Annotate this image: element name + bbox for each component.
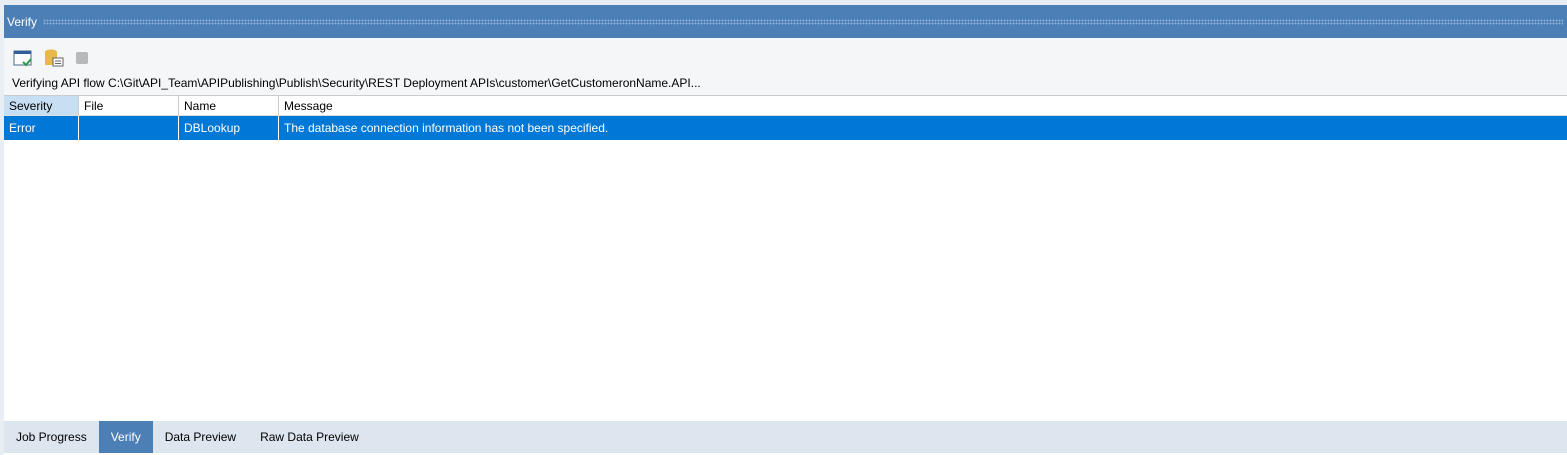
table-row[interactable]: Error DBLookup The database connection i… [4,116,1567,140]
column-header-message[interactable]: Message [279,96,1567,115]
tab-job-progress[interactable]: Job Progress [4,421,99,453]
stop-icon[interactable] [74,48,94,68]
verify-panel: Verify Verifying API flow C:\Git\API_Tea… [4,5,1567,455]
toolbar: Verifying API flow C:\Git\API_Team\APIPu… [4,38,1567,95]
drag-grip[interactable] [43,18,1563,25]
grid-header: Severity File Name Message [4,95,1567,116]
tab-verify[interactable]: Verify [98,421,153,453]
cell-file [79,116,179,140]
column-header-file[interactable]: File [79,96,179,115]
status-text: Verifying API flow C:\Git\API_Team\APIPu… [12,76,701,90]
tab-raw-data-preview[interactable]: Raw Data Preview [248,421,371,453]
column-header-severity[interactable]: Severity [4,96,79,115]
cell-name: DBLookup [179,116,279,140]
verify-icon[interactable] [13,48,33,68]
column-header-name[interactable]: Name [179,96,279,115]
results-grid: Severity File Name Message Error DBLooku… [4,95,1567,140]
database-verify-icon[interactable] [44,48,64,68]
cell-message: The database connection information has … [284,121,609,135]
cell-severity: Error [4,116,79,140]
panel-title-bar[interactable]: Verify [4,5,1567,38]
panel-title: Verify [7,14,38,29]
bottom-tabs: Job Progress Verify Data Preview Raw Dat… [4,421,1567,453]
tab-data-preview[interactable]: Data Preview [153,421,248,453]
